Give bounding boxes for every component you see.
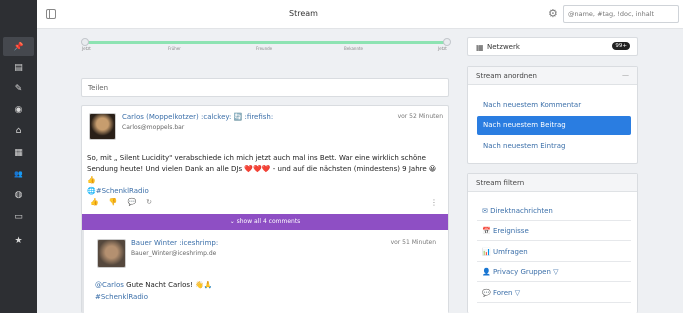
slider-label: Früher	[168, 46, 181, 51]
comment-body: @Carlos Gute Nacht Carlos! 👋🙏 #SchenklRa…	[95, 279, 212, 303]
post-hashtag[interactable]: 🌐#SchenklRadio	[87, 187, 149, 195]
comment-mention[interactable]: @Carlos	[95, 281, 124, 289]
network-count-badge: 99+	[612, 42, 630, 50]
sidebar-toggle-icon[interactable]	[46, 9, 56, 19]
dislike-icon[interactable]: 👎	[109, 198, 118, 206]
globe-icon[interactable]: ◍	[3, 185, 34, 204]
post-timestamp[interactable]: vor 52 Minuten	[398, 113, 443, 120]
comment-timestamp[interactable]: vor 51 Minuten	[391, 239, 436, 246]
post-author-name[interactable]: Carlos (Moppelkotzer) :calckey: 🔄 :firef…	[122, 113, 273, 121]
comment-author-name[interactable]: Bauer Winter :iceshrimp:	[131, 239, 218, 247]
stream-filter-title: Stream filtern	[476, 179, 525, 187]
network-panel[interactable]: ▦ Netzwerk 99+	[467, 37, 638, 56]
comment-text: Gute Nacht Carlos! 👋🙏	[123, 281, 213, 289]
top-header: Stream ⚙	[37, 0, 683, 29]
filter-events[interactable]: 📅 Ereignisse	[482, 227, 529, 235]
stream-order-header[interactable]: Stream anordnen —	[468, 67, 637, 85]
slider-label: Jetzt	[82, 46, 91, 51]
page-title: Stream	[289, 9, 318, 18]
slider-label: Bekannte	[344, 46, 364, 51]
comment-card: Bauer Winter :iceshrimp: Bauer_Winter@ic…	[82, 230, 448, 313]
comment-icon[interactable]: 💬	[127, 198, 136, 206]
comment-hashtag[interactable]: #SchenklRadio	[95, 293, 148, 301]
grid-icon: ▦	[476, 43, 484, 52]
stream-order-title: Stream anordnen	[476, 72, 537, 80]
star-icon[interactable]: ★	[3, 231, 34, 250]
order-by-entry[interactable]: Nach neuestem Eintrag	[477, 137, 631, 156]
order-by-comment[interactable]: Nach neuestem Kommentar	[477, 96, 631, 115]
share-icon[interactable]: ↻	[146, 198, 152, 206]
stream-order-panel: Stream anordnen — Nach neuestem Kommenta…	[467, 66, 638, 164]
filter-privacy-groups[interactable]: 👤 Privacy Gruppen ▽	[482, 268, 559, 276]
search-input[interactable]	[563, 5, 679, 23]
comment-author-avatar[interactable]	[97, 239, 126, 268]
grid-icon[interactable]: ▦	[3, 143, 34, 162]
divider	[477, 281, 631, 282]
users-icon[interactable]: 👥	[3, 164, 34, 183]
timeline-slider[interactable]	[81, 38, 451, 46]
slider-handle-start[interactable]	[81, 38, 89, 46]
comment-author-handle[interactable]: Bauer_Winter@iceshrimp.de	[131, 250, 216, 257]
pin-icon[interactable]: 📌	[3, 37, 34, 56]
divider	[477, 302, 631, 303]
order-by-post[interactable]: Nach neuestem Beitrag	[477, 116, 631, 135]
stream-filter-panel: Stream filtern ✉ Direktnachrichten 📅 Ere…	[467, 173, 638, 313]
more-options-icon[interactable]: ⋮	[430, 198, 438, 207]
filter-direct-messages[interactable]: ✉ Direktnachrichten	[482, 207, 553, 215]
slider-label: Freunde	[256, 46, 273, 51]
divider	[477, 220, 631, 221]
post-author-avatar[interactable]	[89, 113, 116, 140]
left-sidebar: 📌 ▤ ✎ ◉ ⌂ ▦ 👥 ◍ ▭ ★	[0, 0, 37, 313]
pencil-icon[interactable]: ✎	[3, 79, 34, 98]
show-all-comments-button[interactable]: ⌄ show all 4 comments	[82, 214, 448, 230]
newspaper-icon[interactable]: ▤	[3, 58, 34, 77]
share-input[interactable]: Teilen	[81, 78, 449, 97]
slider-handle-end[interactable]	[443, 38, 451, 46]
divider	[477, 240, 631, 241]
collapse-icon[interactable]: —	[622, 71, 629, 79]
filter-forums[interactable]: 💬 Foren ▽	[482, 289, 520, 297]
like-icon[interactable]: 👍	[90, 198, 99, 206]
divider	[477, 261, 631, 262]
post-body: So, mit „ Silent Lucidity" verabschiede …	[87, 153, 443, 197]
gear-icon[interactable]: ⚙	[548, 7, 558, 20]
stream-filter-header[interactable]: Stream filtern	[468, 174, 637, 192]
user-circle-icon[interactable]: ◉	[3, 100, 34, 119]
network-label: Netzwerk	[487, 43, 520, 51]
filter-polls[interactable]: 📊 Umfragen	[482, 248, 528, 256]
slider-label: Jetzt	[438, 46, 447, 51]
message-icon[interactable]: ▭	[3, 207, 34, 226]
post-author-handle[interactable]: Carlos@moppels.bar	[122, 124, 184, 131]
post-body-hearts: ❤️❤️❤️	[244, 165, 271, 173]
home-icon[interactable]: ⌂	[3, 121, 34, 140]
post-actions: 👍 👎 💬 ↻	[90, 198, 152, 206]
